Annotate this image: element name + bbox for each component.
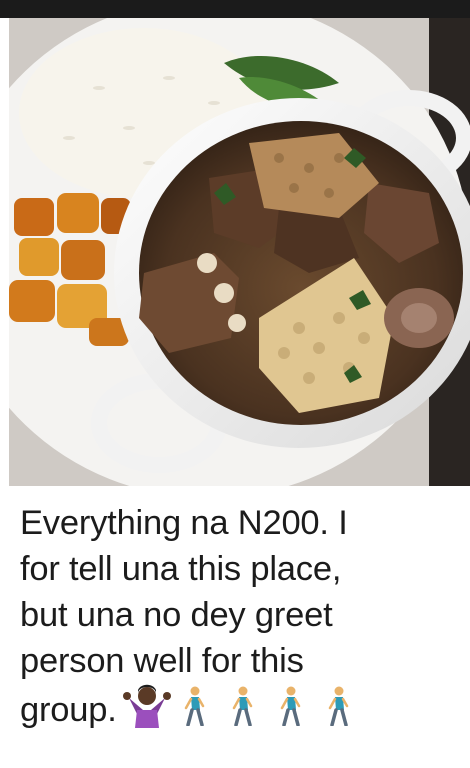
person-walking-icon xyxy=(327,686,349,738)
person-walking-icon xyxy=(279,686,301,738)
food-photo xyxy=(9,18,470,486)
top-bar xyxy=(0,0,470,18)
caption-line: group. xyxy=(20,691,117,730)
person-walking-icon xyxy=(231,686,253,738)
person-walking-icon xyxy=(183,686,205,738)
caption-line: but una no dey greet xyxy=(20,596,333,634)
person-shrugging-icon xyxy=(122,684,171,740)
caption-line: Everything na N200. I xyxy=(20,504,348,542)
caption-line: person well for this xyxy=(20,642,304,680)
caption-last-line: group. xyxy=(20,684,460,740)
caption-line: for tell una this place, xyxy=(20,550,342,588)
caption-text: Everything na N200. I for tell una this … xyxy=(20,500,460,740)
walking-emoji-group xyxy=(183,686,375,738)
